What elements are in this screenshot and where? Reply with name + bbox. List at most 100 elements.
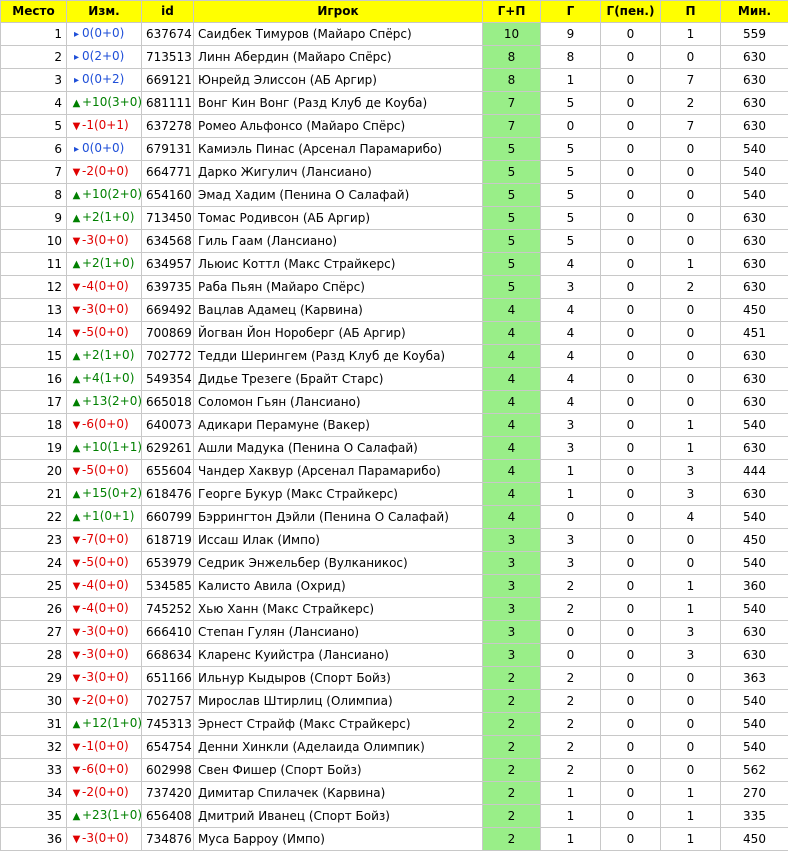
player-name-cell: Эрнест Страйф (Макс Страйкерс) — [194, 713, 483, 736]
table-row[interactable]: 34▼-2(0+0)737420Димитар Спилачек (Карвин… — [1, 782, 788, 805]
table-row[interactable]: 13▼-3(0+0)669492Вацлав Адамец (Карвина)4… — [1, 299, 788, 322]
header-goals-assists[interactable]: Г+П — [483, 1, 541, 23]
table-row[interactable]: 31▲+12(1+0)745313Эрнест Страйф (Макс Стр… — [1, 713, 788, 736]
rank-cell: 15 — [1, 345, 67, 368]
penalty-goals-cell: 0 — [601, 207, 661, 230]
change-value: +1(0+1) — [82, 509, 134, 523]
assists-cell: 7 — [661, 69, 721, 92]
table-row[interactable]: 12▼-4(0+0)639735Раба Пьян (Майаро Спёрс)… — [1, 276, 788, 299]
header-goals[interactable]: Г — [541, 1, 601, 23]
table-row[interactable]: 18▼-6(0+0)640073Адикари Перамуне (Вакер)… — [1, 414, 788, 437]
triangle-down-icon: ▼ — [71, 323, 82, 344]
header-minutes[interactable]: Мин. — [721, 1, 788, 23]
table-row[interactable]: 14▼-5(0+0)700869Йогван Йон Нороберг (АБ … — [1, 322, 788, 345]
table-row[interactable]: 21▲+15(0+2)618476Георге Букур (Макс Стра… — [1, 483, 788, 506]
change-value: -1(0+1) — [82, 118, 129, 132]
goals-cell: 0 — [541, 115, 601, 138]
change-value: +2(1+0) — [82, 210, 134, 224]
header-assists[interactable]: П — [661, 1, 721, 23]
change-value: +4(1+0) — [82, 371, 134, 385]
table-row[interactable]: 5▼-1(0+1)637278Ромео Альфонсо (Майаро Сп… — [1, 115, 788, 138]
player-id-cell: 734876 — [142, 828, 194, 851]
goals-assists-cell: 4 — [483, 345, 541, 368]
header-change[interactable]: Изм. — [67, 1, 142, 23]
goals-cell: 2 — [541, 575, 601, 598]
goals-cell: 5 — [541, 161, 601, 184]
table-row[interactable]: 35▲+23(1+0)656408Дмитрий Иванец (Спорт Б… — [1, 805, 788, 828]
change-value: -1(0+0) — [82, 739, 129, 753]
rank-cell: 10 — [1, 230, 67, 253]
table-row[interactable]: 9▲+2(1+0)713450Томас Родивсон (АБ Аргир)… — [1, 207, 788, 230]
table-row[interactable]: 10▼-3(0+0)634568Гиль Гаам (Лансиано)5500… — [1, 230, 788, 253]
change-value: +10(1+1) — [82, 440, 142, 454]
change-value: -2(0+0) — [82, 693, 129, 707]
table-row[interactable]: 28▼-3(0+0)668634Кларенс Куийстра (Лансиа… — [1, 644, 788, 667]
player-id-cell: 634568 — [142, 230, 194, 253]
rank-cell: 2 — [1, 46, 67, 69]
change-value: +15(0+2) — [82, 486, 142, 500]
table-row[interactable]: 6▸0(0+0)679131Камиэль Пинас (Арсенал Пар… — [1, 138, 788, 161]
goals-assists-cell: 4 — [483, 368, 541, 391]
player-id-cell: 737420 — [142, 782, 194, 805]
goals-cell: 5 — [541, 138, 601, 161]
goals-assists-cell: 3 — [483, 644, 541, 667]
table-row[interactable]: 24▼-5(0+0)653979Седрик Энжельбер (Вулкан… — [1, 552, 788, 575]
change-cell: ▼-5(0+0) — [67, 322, 142, 345]
player-id-cell: 655604 — [142, 460, 194, 483]
header-rank[interactable]: Место — [1, 1, 67, 23]
table-row[interactable]: 25▼-4(0+0)534585Калисто Авила (Охрид)320… — [1, 575, 788, 598]
rank-cell: 29 — [1, 667, 67, 690]
rank-cell: 25 — [1, 575, 67, 598]
table-row[interactable]: 3▸0(0+2)669121Юнрейд Элиссон (АБ Аргир)8… — [1, 69, 788, 92]
assists-cell: 0 — [661, 529, 721, 552]
player-id-cell: 669492 — [142, 299, 194, 322]
header-player[interactable]: Игрок — [194, 1, 483, 23]
triangle-down-icon: ▼ — [71, 300, 82, 321]
rank-cell: 5 — [1, 115, 67, 138]
table-row[interactable]: 33▼-6(0+0)602998Свен Фишер (Спорт Бойз)2… — [1, 759, 788, 782]
table-row[interactable]: 26▼-4(0+0)745252Хью Ханн (Макс Страйкерс… — [1, 598, 788, 621]
change-cell: ▼-5(0+0) — [67, 552, 142, 575]
table-row[interactable]: 23▼-7(0+0)618719Иссаш Илак (Импо)3300450 — [1, 529, 788, 552]
table-row[interactable]: 11▲+2(1+0)634957Льюис Коттл (Макс Страйк… — [1, 253, 788, 276]
player-id-cell: 745313 — [142, 713, 194, 736]
minutes-cell: 559 — [721, 23, 788, 46]
table-row[interactable]: 15▲+2(1+0)702772Тедди Шерингем (Разд Клу… — [1, 345, 788, 368]
table-row[interactable]: 32▼-1(0+0)654754Денни Хинкли (Аделаида О… — [1, 736, 788, 759]
table-row[interactable]: 17▲+13(2+0)665018Соломон Гьян (Лансиано)… — [1, 391, 788, 414]
minutes-cell: 630 — [721, 115, 788, 138]
goals-cell: 4 — [541, 368, 601, 391]
header-penalty-goals[interactable]: Г(пен.) — [601, 1, 661, 23]
goals-assists-cell: 5 — [483, 161, 541, 184]
goals-assists-cell: 2 — [483, 828, 541, 851]
table-row[interactable]: 2▸0(2+0)713513Линн Абердин (Майаро Спёрс… — [1, 46, 788, 69]
table-row[interactable]: 29▼-3(0+0)651166Ильнур Кыдыров (Спорт Бо… — [1, 667, 788, 690]
table-row[interactable]: 16▲+4(1+0)549354Дидье Трезеге (Брайт Ста… — [1, 368, 788, 391]
change-value: 0(0+2) — [82, 72, 124, 86]
table-row[interactable]: 20▼-5(0+0)655604Чандер Хаквур (Арсенал П… — [1, 460, 788, 483]
minutes-cell: 450 — [721, 299, 788, 322]
triangle-down-icon: ▼ — [71, 760, 82, 781]
goals-cell: 4 — [541, 299, 601, 322]
minutes-cell: 630 — [721, 230, 788, 253]
change-value: -3(0+0) — [82, 233, 129, 247]
table-row[interactable]: 8▲+10(2+0)654160Эмад Хадим (Пенина О Сал… — [1, 184, 788, 207]
penalty-goals-cell: 0 — [601, 138, 661, 161]
table-row[interactable]: 4▲+10(3+0)681111Вонг Кин Вонг (Разд Клуб… — [1, 92, 788, 115]
table-row[interactable]: 19▲+10(1+1)629261Ашли Мадука (Пенина О С… — [1, 437, 788, 460]
player-id-cell: 681111 — [142, 92, 194, 115]
table-row[interactable]: 1▸0(0+0)637674Саидбек Тимуров (Майаро Сп… — [1, 23, 788, 46]
table-row[interactable]: 30▼-2(0+0)702757Мирослав Штирлиц (Олимпи… — [1, 690, 788, 713]
table-row[interactable]: 22▲+1(0+1)660799Бэррингтон Дэйли (Пенина… — [1, 506, 788, 529]
penalty-goals-cell: 0 — [601, 736, 661, 759]
minutes-cell: 630 — [721, 46, 788, 69]
change-value: -3(0+0) — [82, 647, 129, 661]
table-row[interactable]: 36▼-3(0+0)734876Муса Барроу (Импо)210145… — [1, 828, 788, 851]
penalty-goals-cell: 0 — [601, 391, 661, 414]
penalty-goals-cell: 0 — [601, 46, 661, 69]
assists-cell: 0 — [661, 368, 721, 391]
header-id[interactable]: id — [142, 1, 194, 23]
player-id-cell: 713513 — [142, 46, 194, 69]
table-row[interactable]: 7▼-2(0+0)664771Дарко Жигулич (Лансиано)5… — [1, 161, 788, 184]
table-row[interactable]: 27▼-3(0+0)666410Степан Гулян (Лансиано)3… — [1, 621, 788, 644]
